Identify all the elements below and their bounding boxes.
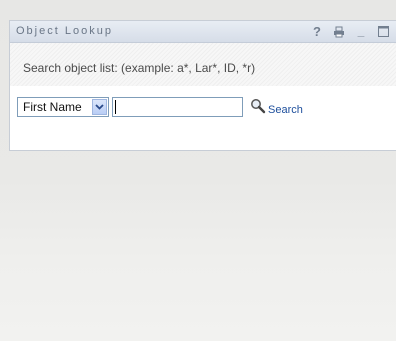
chevron-down-icon[interactable] bbox=[92, 99, 107, 115]
search-instructions: Search object list: (example: a*, Lar*, … bbox=[23, 61, 256, 75]
attribute-select-value: First Name bbox=[23, 100, 82, 114]
magnifier-icon[interactable] bbox=[250, 98, 266, 114]
text-cursor bbox=[115, 100, 116, 114]
search-input[interactable] bbox=[112, 97, 243, 117]
maximize-icon[interactable] bbox=[377, 24, 389, 39]
portlet-titlebar: Object Lookup ? _ bbox=[10, 21, 396, 43]
attribute-select[interactable]: First Name bbox=[17, 97, 109, 117]
search-button[interactable]: Search bbox=[268, 104, 303, 116]
print-icon[interactable] bbox=[333, 24, 345, 39]
minimize-icon[interactable]: _ bbox=[355, 24, 367, 39]
object-lookup-portlet: Object Lookup ? _ Search object list: (e… bbox=[9, 20, 396, 151]
help-icon[interactable]: ? bbox=[311, 24, 323, 39]
portlet-title: Object Lookup bbox=[16, 25, 113, 37]
